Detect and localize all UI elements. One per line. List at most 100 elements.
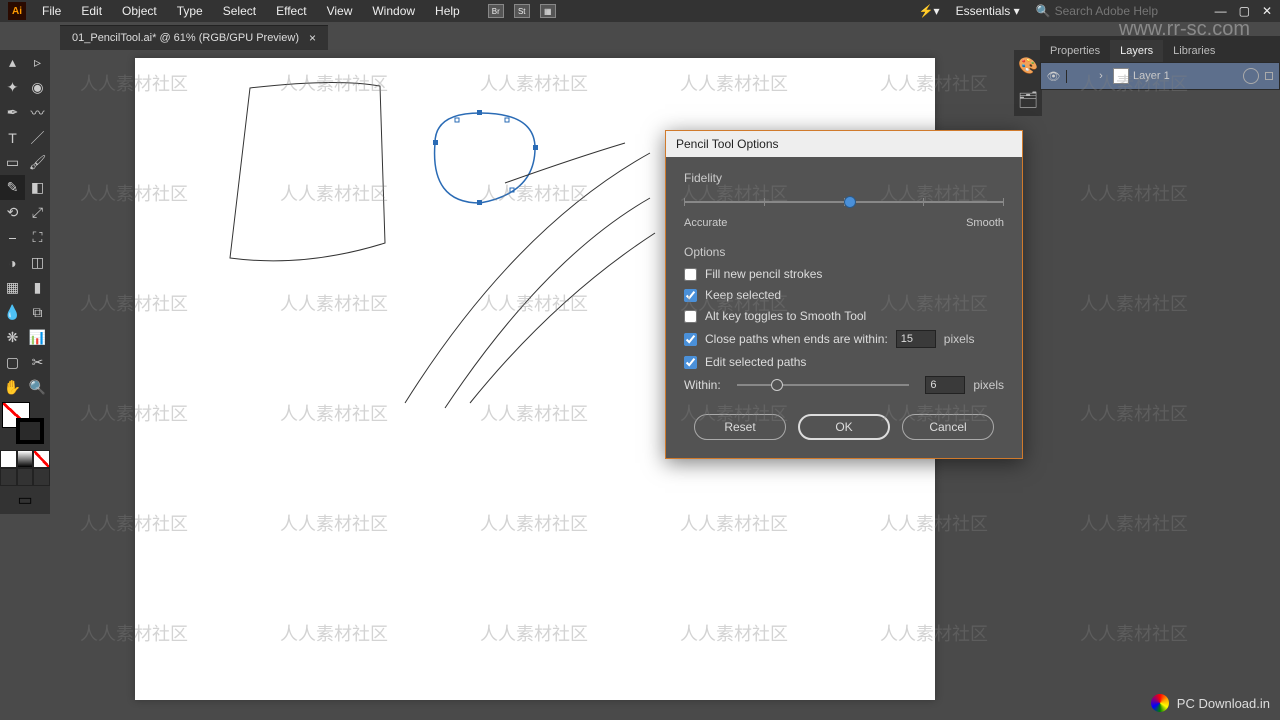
artboard-tool[interactable]: ▢ bbox=[0, 350, 25, 375]
close-paths-checkbox[interactable] bbox=[684, 333, 697, 346]
rotate-tool[interactable]: ⟲ bbox=[0, 200, 25, 225]
visibility-toggle-icon[interactable]: 👁 bbox=[1041, 70, 1067, 83]
color-mode-button[interactable] bbox=[0, 450, 17, 468]
workspace-dropdown[interactable]: Essentials ▾ bbox=[956, 4, 1020, 18]
draw-inside-button[interactable] bbox=[33, 468, 50, 486]
alt-toggle-checkbox[interactable] bbox=[684, 310, 697, 323]
document-tab-title: 01_PencilTool.ai* @ 61% (RGB/GPU Preview… bbox=[72, 32, 299, 44]
pen-tool[interactable]: ✒ bbox=[0, 100, 25, 125]
slice-tool[interactable]: ✂ bbox=[25, 350, 50, 375]
app-logo: Ai bbox=[8, 2, 26, 20]
tab-properties[interactable]: Properties bbox=[1040, 40, 1110, 62]
edit-selected-label: Edit selected paths bbox=[705, 355, 806, 369]
watermark-text: 人人素材社区 bbox=[1080, 510, 1188, 536]
close-paths-label: Close paths when ends are within: bbox=[705, 332, 888, 346]
fidelity-slider[interactable] bbox=[684, 193, 1004, 213]
within-slider[interactable] bbox=[737, 378, 910, 392]
libraries-panel-icon[interactable]: 🗂 bbox=[1018, 90, 1038, 110]
expand-layer-icon[interactable]: › bbox=[1093, 70, 1109, 82]
menu-select[interactable]: Select bbox=[213, 4, 266, 18]
menu-help[interactable]: Help bbox=[425, 4, 470, 18]
menu-type[interactable]: Type bbox=[167, 4, 213, 18]
magic-wand-tool[interactable]: ✦ bbox=[0, 75, 25, 100]
fidelity-slider-thumb[interactable] bbox=[844, 196, 856, 208]
free-transform-tool[interactable]: ⛶ bbox=[25, 225, 50, 250]
lasso-tool[interactable]: ◉ bbox=[25, 75, 50, 100]
hand-tool[interactable]: ✋ bbox=[0, 375, 25, 400]
keep-selected-label: Keep selected bbox=[705, 288, 781, 302]
menu-view[interactable]: View bbox=[317, 4, 363, 18]
paintbrush-tool[interactable]: 🖌 bbox=[25, 150, 50, 175]
edit-selected-checkbox[interactable] bbox=[684, 356, 697, 369]
fill-stroke-swatch[interactable] bbox=[0, 400, 50, 450]
search-icon: 🔍 bbox=[1036, 4, 1051, 18]
none-mode-button[interactable] bbox=[33, 450, 50, 468]
screen-mode-button[interactable]: ▭ bbox=[0, 486, 50, 514]
layers-panel: Properties Layers Libraries 👁 › Layer 1 bbox=[1040, 36, 1280, 90]
bridge-icon[interactable]: Br bbox=[488, 4, 504, 18]
cancel-button[interactable]: Cancel bbox=[902, 414, 994, 440]
document-tab[interactable]: 01_PencilTool.ai* @ 61% (RGB/GPU Preview… bbox=[60, 25, 328, 50]
fill-new-strokes-label: Fill new pencil strokes bbox=[705, 267, 822, 281]
watermark-text: 人人素材社区 bbox=[1080, 620, 1188, 646]
panel-tabs: Properties Layers Libraries bbox=[1040, 36, 1280, 62]
zoom-tool[interactable]: 🔍 bbox=[25, 375, 50, 400]
symbol-sprayer-tool[interactable]: ❋ bbox=[0, 325, 25, 350]
eraser-tool[interactable]: ◧ bbox=[25, 175, 50, 200]
stock-icon[interactable]: St bbox=[514, 4, 530, 18]
perspective-tool[interactable]: ◫ bbox=[25, 250, 50, 275]
menu-window[interactable]: Window bbox=[362, 4, 425, 18]
layer-name[interactable]: Layer 1 bbox=[1133, 70, 1243, 82]
blend-tool[interactable]: ⧉ bbox=[25, 300, 50, 325]
draw-behind-button[interactable] bbox=[17, 468, 34, 486]
layer-target-icon[interactable] bbox=[1243, 68, 1259, 84]
menu-edit[interactable]: Edit bbox=[71, 4, 112, 18]
draw-normal-button[interactable] bbox=[0, 468, 17, 486]
type-tool[interactable]: T bbox=[0, 125, 25, 150]
mesh-tool[interactable]: ▦ bbox=[0, 275, 25, 300]
rectangle-tool[interactable]: ▭ bbox=[0, 150, 25, 175]
layer-selection-indicator bbox=[1265, 72, 1273, 80]
menu-object[interactable]: Object bbox=[112, 4, 167, 18]
curvature-tool[interactable]: 〰 bbox=[25, 100, 50, 125]
fidelity-accurate-label: Accurate bbox=[684, 217, 727, 229]
layer-row[interactable]: 👁 › Layer 1 bbox=[1040, 62, 1280, 90]
close-paths-value-input[interactable] bbox=[896, 330, 936, 348]
ok-button[interactable]: OK bbox=[798, 414, 890, 440]
color-panel-icon[interactable]: 🎨 bbox=[1018, 56, 1038, 76]
tab-layers[interactable]: Layers bbox=[1110, 40, 1163, 62]
within-slider-thumb[interactable] bbox=[771, 379, 783, 391]
scale-tool[interactable]: ⤢ bbox=[25, 200, 50, 225]
fidelity-smooth-label: Smooth bbox=[966, 217, 1004, 229]
selected-ellipse-path bbox=[435, 113, 535, 203]
within-label: Within: bbox=[684, 378, 721, 392]
menu-file[interactable]: File bbox=[32, 4, 71, 18]
reset-button[interactable]: Reset bbox=[694, 414, 786, 440]
within-value-input[interactable] bbox=[925, 376, 965, 394]
maximize-button[interactable]: ▢ bbox=[1239, 4, 1250, 18]
minimize-button[interactable]: — bbox=[1215, 4, 1227, 18]
help-search[interactable]: 🔍 bbox=[1028, 4, 1203, 18]
shape-builder-tool[interactable]: ◑ bbox=[0, 250, 25, 275]
fill-new-strokes-checkbox[interactable] bbox=[684, 268, 697, 281]
graph-tool[interactable]: 📊 bbox=[25, 325, 50, 350]
close-tab-button[interactable]: × bbox=[309, 31, 316, 45]
menu-effect[interactable]: Effect bbox=[266, 4, 316, 18]
tab-libraries[interactable]: Libraries bbox=[1163, 40, 1225, 62]
gradient-tool[interactable]: ▮ bbox=[25, 275, 50, 300]
keep-selected-checkbox[interactable] bbox=[684, 289, 697, 302]
selection-tool[interactable]: ▴ bbox=[0, 50, 25, 75]
shaper-tool[interactable]: ✎ bbox=[0, 175, 25, 200]
gpu-icon[interactable]: ⚡▾ bbox=[911, 4, 948, 18]
direct-selection-tool[interactable]: ▹ bbox=[25, 50, 50, 75]
curve-path-2 bbox=[445, 198, 650, 408]
width-tool[interactable]: ⎯ bbox=[0, 225, 25, 250]
arrange-docs-icon[interactable]: ▦ bbox=[540, 4, 556, 18]
watermark-text: 人人素材社区 bbox=[1080, 180, 1188, 206]
gradient-mode-button[interactable] bbox=[17, 450, 34, 468]
line-tool[interactable]: ／ bbox=[25, 125, 50, 150]
eyedropper-tool[interactable]: 💧 bbox=[0, 300, 25, 325]
help-search-input[interactable] bbox=[1055, 4, 1195, 18]
close-window-button[interactable]: ✕ bbox=[1262, 4, 1272, 18]
stroke-swatch[interactable] bbox=[16, 418, 44, 444]
